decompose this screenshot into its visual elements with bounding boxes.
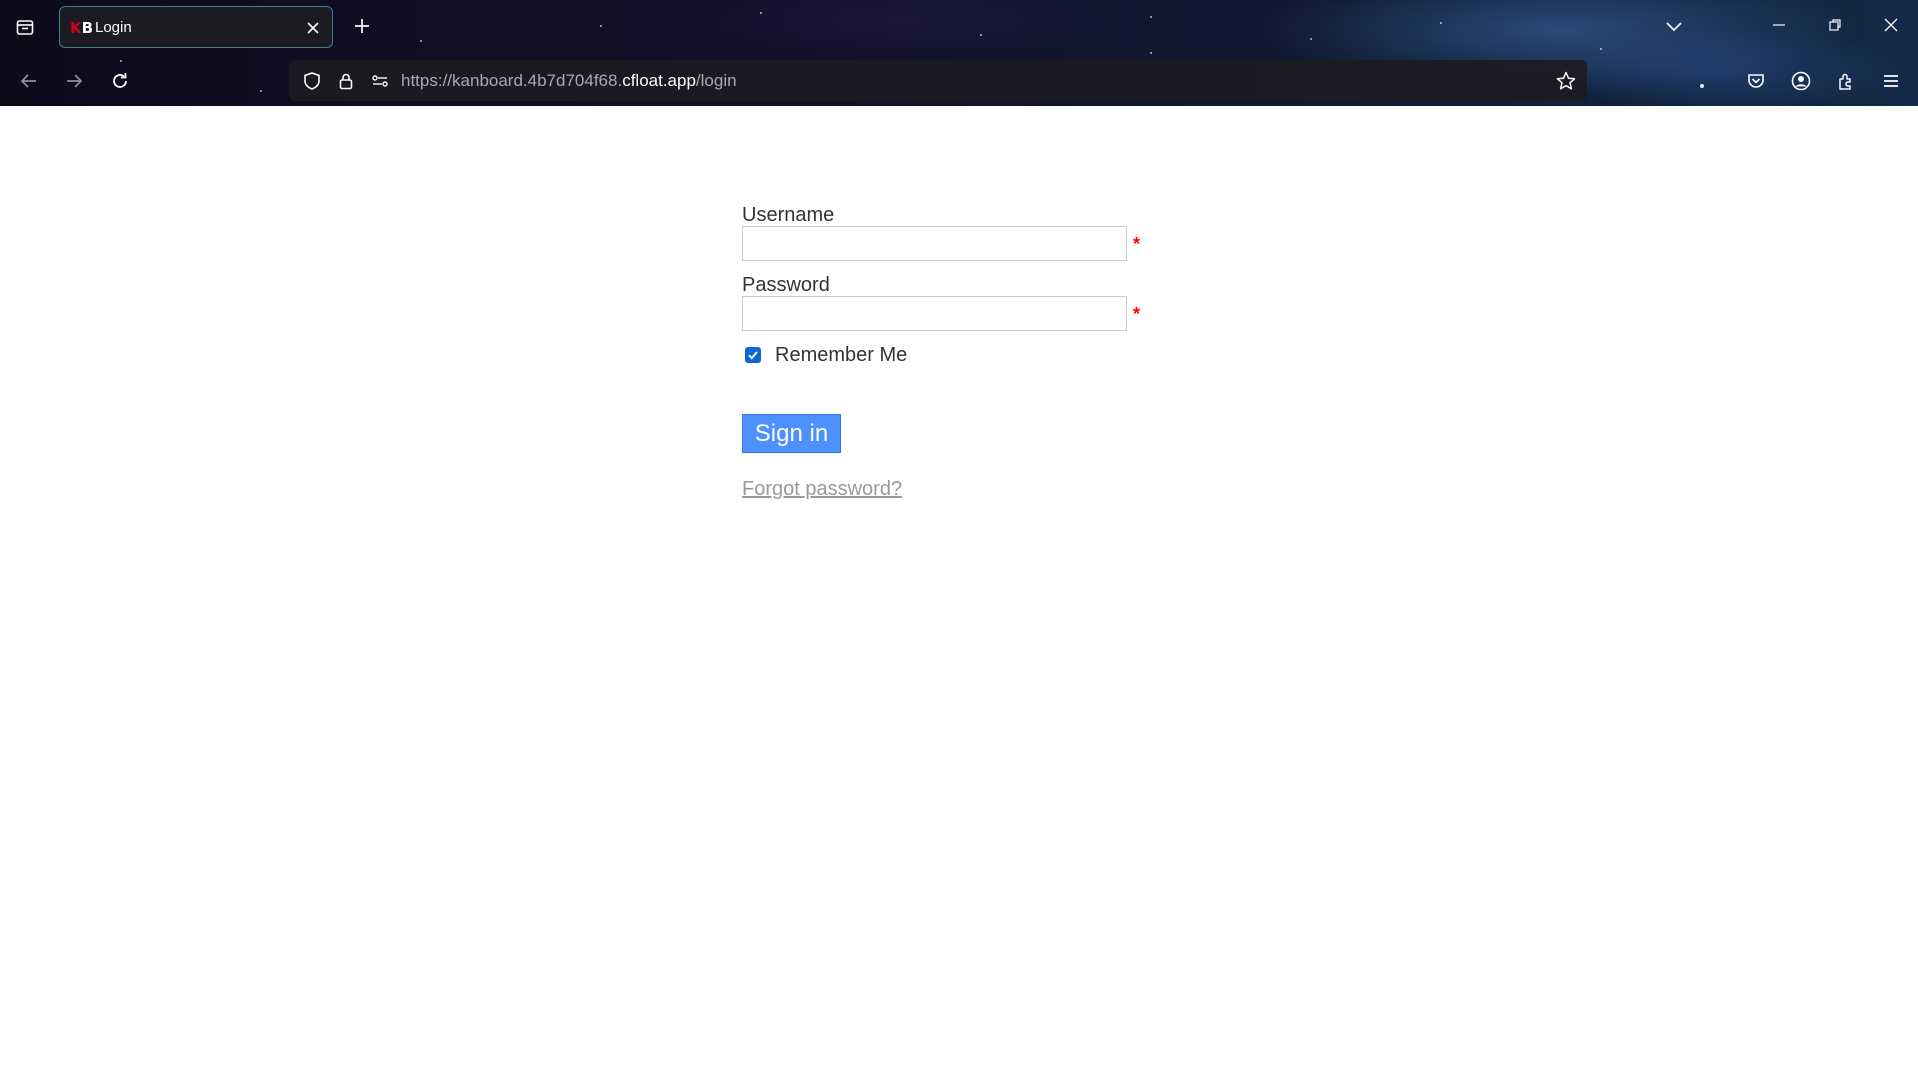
remember-me-row[interactable]: Remember Me [745,343,907,367]
sign-in-button[interactable]: Sign in [742,414,841,453]
pocket-icon[interactable] [1741,66,1771,96]
password-label: Password [742,274,830,296]
forgot-password-link[interactable]: Forgot password? [742,477,902,501]
remember-me-checkbox[interactable] [745,347,761,363]
tab-list-icon[interactable] [8,10,42,44]
username-required-mark: * [1133,234,1141,254]
tab-title: Login [95,19,132,36]
browser-chrome: KB Login https://kanboard.4b7d704f68.cfl… [0,0,1918,106]
kanboard-favicon: KB [70,19,94,37]
url-bar[interactable]: https://kanboard.4b7d704f68.cfloat.app/l… [289,60,1587,101]
extensions-icon[interactable] [1831,66,1861,96]
username-input[interactable] [742,226,1127,261]
star-icon[interactable] [1553,68,1579,94]
checkmark-icon [748,351,758,360]
reload-icon[interactable] [103,64,137,98]
chevron-down-icon[interactable] [1658,11,1690,41]
hamburger-menu-icon[interactable] [1876,66,1906,96]
back-arrow-icon[interactable] [12,64,46,98]
forward-arrow-icon[interactable] [57,64,91,98]
close-window-icon[interactable] [1874,10,1908,40]
lock-icon[interactable] [333,68,359,94]
minimize-icon[interactable] [1762,10,1796,40]
close-icon[interactable] [301,16,325,40]
permissions-icon[interactable] [367,68,393,94]
plus-icon[interactable] [347,11,377,41]
restore-icon[interactable] [1818,10,1852,40]
tab-login[interactable]: KB Login [59,6,333,48]
password-input[interactable] [742,296,1127,331]
account-icon[interactable] [1786,66,1816,96]
remember-me-label: Remember Me [775,344,908,366]
url-text[interactable]: https://kanboard.4b7d704f68.cfloat.app/l… [401,71,737,91]
password-required-mark: * [1133,304,1141,324]
username-label: Username [742,204,835,226]
shield-icon[interactable] [299,68,325,94]
